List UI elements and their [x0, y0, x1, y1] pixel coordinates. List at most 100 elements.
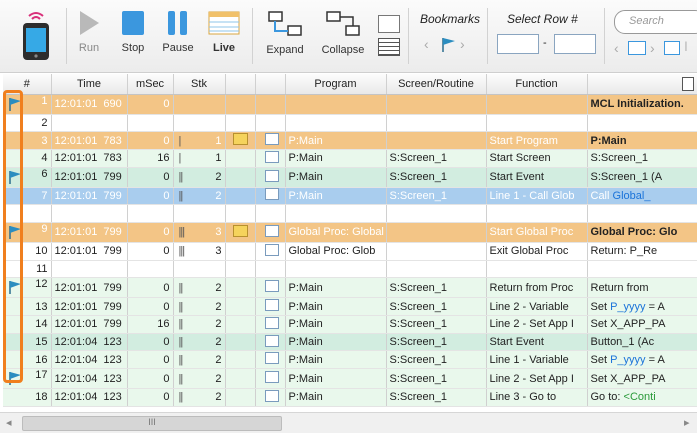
- view-table-icon[interactable]: [378, 38, 400, 56]
- msec-cell: 0: [127, 131, 174, 150]
- view-list-icon[interactable]: [378, 15, 400, 33]
- ms-value: 799: [103, 226, 122, 239]
- function-cell: [486, 94, 588, 115]
- column-header-6[interactable]: Program: [285, 74, 387, 95]
- table-row[interactable]: 7 12:01:01 799 0 || 2 P:Main S:Screen_1 Line 1 -…: [3, 187, 697, 206]
- stack-cell: || 2: [173, 297, 226, 316]
- table-row[interactable]: 2: [3, 114, 697, 133]
- table-row[interactable]: 15 12:01:04 123 0 || 2 P:Main S:Screen_1 Start E…: [3, 333, 697, 352]
- msec-cell: [127, 204, 174, 223]
- type-icon-cell: [225, 350, 256, 370]
- msec-cell: 0: [127, 388, 174, 407]
- scroll-thumb[interactable]: III: [22, 416, 282, 431]
- type-icon-cell: [225, 149, 256, 168]
- table-row[interactable]: 1 12:01:01 690 0 MCL Initialization.: [3, 94, 697, 115]
- table-row[interactable]: 17 12:01:04 123 0 || 2 P:Main S:Screen_1 Line 2 …: [3, 368, 697, 390]
- pause-button[interactable]: Pause: [160, 10, 196, 54]
- program-cell: P:Main: [285, 350, 387, 370]
- time-cell: 12:01:01 690: [51, 94, 128, 115]
- column-header-4[interactable]: [225, 74, 256, 95]
- table-row[interactable]: 10 12:01:01 799 0 ||| 3 Global Proc: Glob Exit …: [3, 242, 697, 261]
- stack-value: 2: [215, 318, 222, 331]
- type-icon-cell: [225, 187, 256, 206]
- column-header-3[interactable]: Stk: [173, 74, 226, 95]
- search-next-icon[interactable]: ›: [650, 40, 655, 56]
- table-row[interactable]: 9 12:01:01 799 0 ||| 3 Global Proc: Global Star…: [3, 222, 697, 243]
- program-cell: P:Main: [285, 315, 387, 334]
- search-window-icon[interactable]: [628, 41, 646, 55]
- column-header-1[interactable]: Time: [51, 74, 128, 95]
- function-cell: Line 1 - Variable: [486, 350, 588, 370]
- column-header-8[interactable]: Function: [486, 74, 588, 95]
- table-row[interactable]: 16 12:01:04 123 0 || 2 P:Main S:Screen_1 Line 1 …: [3, 350, 697, 370]
- detail-cell: Global Proc: Glo: [587, 222, 697, 243]
- program-cell: P:Main: [285, 149, 387, 168]
- search-input[interactable]: Search: [614, 10, 697, 34]
- horizontal-scrollbar[interactable]: ◂ III ▸: [0, 412, 697, 433]
- table-row[interactable]: 12 12:01:01 799 0 || 2 P:Main S:Screen_1 Return …: [3, 277, 697, 299]
- time-cell: 12:01:01 799: [51, 222, 128, 243]
- function-cell: [486, 114, 588, 133]
- stack-value: 2: [215, 281, 222, 294]
- screen-routine-cell: S:Screen_1: [386, 187, 487, 206]
- scroll-right-icon[interactable]: ▸: [684, 416, 690, 429]
- stack-cell: || 2: [173, 315, 226, 334]
- column-header-5[interactable]: [255, 74, 286, 95]
- action-icon-cell: [255, 149, 286, 168]
- column-header-2[interactable]: mSec: [127, 74, 174, 95]
- event-icon: [264, 133, 279, 146]
- table-row[interactable]: 14 12:01:01 799 16 || 2 P:Main S:Screen_1 Line 2…: [3, 315, 697, 334]
- detail-cell: P:Main: [587, 131, 697, 150]
- select-row-separator: -: [543, 37, 547, 49]
- msec-cell: [127, 260, 174, 279]
- stop-button[interactable]: Stop: [117, 10, 149, 54]
- table-row[interactable]: 4 12:01:01 783 16 | 1 P:Main S:Screen_1 Start Sc…: [3, 149, 697, 168]
- table-row[interactable]: 18 12:01:04 123 0 || 2 P:Main S:Screen_1 Line 3 …: [3, 388, 697, 407]
- select-row-to-input[interactable]: [554, 34, 596, 54]
- function-cell: Line 3 - Go to: [486, 388, 588, 407]
- table-row[interactable]: 13 12:01:01 799 0 || 2 P:Main S:Screen_1 Line 2 …: [3, 297, 697, 316]
- time-cell: 12:01:01 783: [51, 131, 128, 150]
- search-panel-icon[interactable]: [664, 41, 680, 55]
- event-icon: [264, 243, 279, 256]
- table-row[interactable]: 11: [3, 260, 697, 279]
- stack-cell: ||| 3: [173, 222, 226, 243]
- screen-routine-cell: S:Screen_1: [386, 388, 487, 407]
- stack-value: 2: [215, 391, 222, 404]
- expand-button[interactable]: Expand: [262, 10, 308, 56]
- expand-label: Expand: [266, 44, 304, 56]
- search-toggle-icon[interactable]: I: [684, 38, 688, 54]
- column-header-7[interactable]: Screen/Routine: [386, 74, 487, 95]
- screen-routine-cell: [386, 114, 487, 133]
- type-icon-cell: [225, 204, 256, 223]
- screen-routine-cell: S:Screen_1: [386, 350, 487, 370]
- column-chooser-icon[interactable]: [682, 77, 694, 91]
- run-button[interactable]: Run: [74, 10, 104, 54]
- search-prev-icon[interactable]: ‹: [614, 40, 619, 56]
- detail-target: <Conti: [623, 391, 656, 404]
- program-cell: P:Main: [285, 297, 387, 316]
- collapse-button[interactable]: Collapse: [318, 10, 368, 56]
- row-number: 9: [41, 222, 48, 235]
- select-row-from-input[interactable]: [497, 34, 539, 54]
- time-value: 12:01:01: [54, 134, 98, 147]
- bookmark-flag-icon[interactable]: [440, 36, 456, 55]
- live-button[interactable]: Live: [206, 10, 242, 54]
- program-cell: P:Main: [285, 333, 387, 352]
- bookmark-next-icon[interactable]: ›: [460, 36, 465, 52]
- detail-variable: Global_: [612, 189, 651, 202]
- time-cell: 12:01:01 799: [51, 277, 128, 299]
- stack-cell: | 1: [173, 131, 226, 150]
- row-number: 18: [35, 391, 48, 404]
- table-row[interactable]: 6 12:01:01 799 0 || 2 P:Main S:Screen_1 Start Ev…: [3, 167, 697, 188]
- time-value: 12:01:01: [54, 189, 98, 202]
- table-row[interactable]: 3 12:01:01 783 0 | 1 P:Main Start Program P:Main: [3, 131, 697, 150]
- action-icon-cell: [255, 350, 286, 370]
- scroll-left-icon[interactable]: ◂: [6, 416, 12, 429]
- table-row[interactable]: [3, 204, 697, 223]
- ms-value: 123: [103, 391, 122, 404]
- bookmark-prev-icon[interactable]: ‹: [424, 36, 429, 52]
- column-header-9[interactable]: [587, 74, 697, 95]
- type-icon-cell: [225, 277, 256, 299]
- time-cell: 12:01:01 799: [51, 315, 128, 334]
